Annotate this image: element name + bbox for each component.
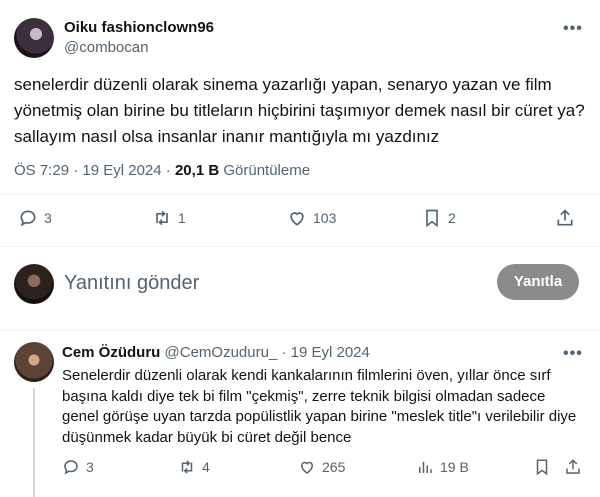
more-dots-icon[interactable]: ••• [563,345,583,363]
tweet-text: senelerdir düzenli olarak sinema yazarlı… [14,75,585,146]
my-avatar[interactable] [14,264,54,304]
views-chart-icon [419,461,432,473]
reply-like-button[interactable]: 265 [298,458,345,476]
bookmark-icon [426,209,438,228]
reply-submit-button[interactable]: Yanıtla [497,264,579,300]
reply-header: Cem Özüduru @CemOzuduru_ · 19 Eyl 2024 [62,344,370,361]
more-dots-icon[interactable]: ••• [563,20,583,38]
divider [0,246,600,247]
tweet-meta: ÖS 7:29 · 19 Eyl 2024 · 20,1 B Görüntüle… [14,162,310,179]
reply-actions: 3 4 265 19 B [0,458,600,478]
retweet-count: 1 [178,210,186,226]
reply-reply-button[interactable]: 3 [62,458,94,476]
reply-separator: · [281,344,287,361]
tweet-time[interactable]: ÖS 7:29 [14,162,69,179]
bookmark-icon [536,459,548,476]
heart-icon [300,461,314,474]
divider [0,194,600,195]
reply-share-button[interactable] [564,458,582,476]
reply-like-count: 265 [322,459,346,475]
retweet-button[interactable]: 1 [152,208,186,228]
share-icon [557,209,573,226]
tweet-date[interactable]: 19 Eyl 2024 [82,162,161,179]
reply-author-handle[interactable]: @CemOzuduru_ [165,344,278,361]
heart-icon [290,212,304,226]
tweet-actions: 3 1 103 2 [0,208,600,234]
reply-bubble-icon [64,460,78,475]
reply-input[interactable]: Yanıtını gönder [64,272,199,295]
thread-line [33,388,35,497]
reply-date[interactable]: 19 Eyl 2024 [291,344,370,361]
reply-views-button[interactable]: 19 B [416,458,469,476]
like-count: 103 [313,210,337,226]
views-count: 20,1 B [174,162,220,179]
meta-separator: · [73,162,79,179]
reply-reply-count: 3 [86,459,94,475]
author-display-name[interactable]: Oiku fashionclown96 [64,19,214,36]
reply-bubble-icon [20,210,36,227]
meta-separator: · [165,162,171,179]
bookmark-button[interactable]: 2 [422,208,456,228]
reply-button[interactable]: 3 [18,208,52,228]
reply-author-avatar[interactable] [14,342,54,382]
like-button[interactable]: 103 [287,208,336,228]
retweet-icon [156,210,168,226]
reply-text: Senelerdir düzenli olarak kendi kankalar… [62,367,577,446]
reply-count: 3 [44,210,52,226]
reply-views-count: 19 B [440,459,469,475]
reply-author-name[interactable]: Cem Özüduru [62,344,160,361]
reply-retweet-count: 4 [202,459,210,475]
author-avatar[interactable] [14,18,54,58]
share-button[interactable] [555,208,575,228]
divider [0,330,600,331]
reply-retweet-button[interactable]: 4 [178,458,210,476]
reply-bookmark-button[interactable] [533,458,551,476]
share-icon [566,459,580,474]
views-label: Görüntüleme [223,162,311,179]
retweet-icon [181,460,193,474]
bookmark-count: 2 [448,210,456,226]
author-handle[interactable]: @combocan [64,39,148,56]
